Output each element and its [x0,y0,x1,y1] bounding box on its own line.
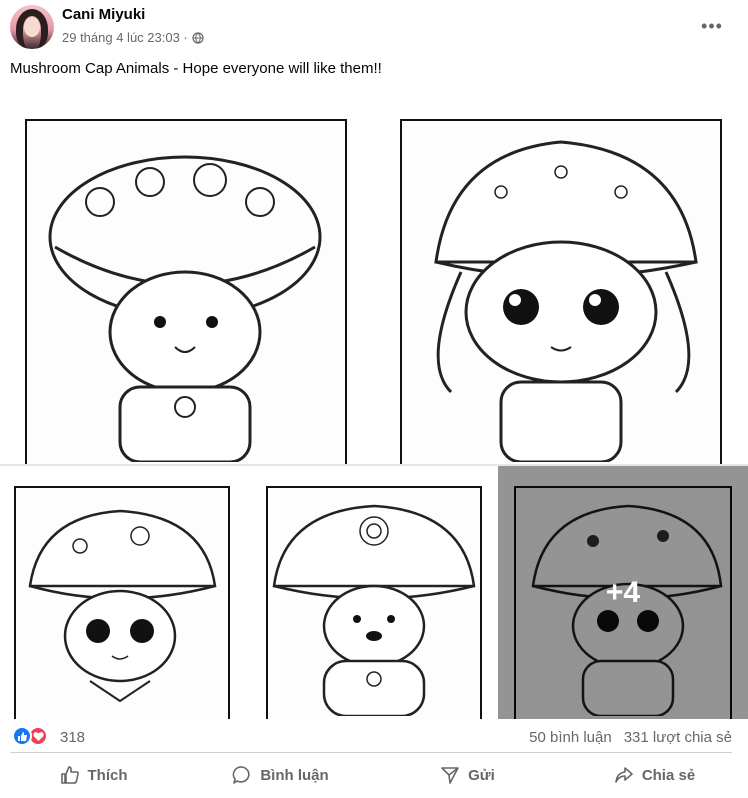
post-image-4[interactable] [249,466,496,719]
post-image-3[interactable] [0,466,247,719]
divider [10,752,732,753]
post-image-5[interactable]: +4 [498,466,748,719]
like-button[interactable]: Thích [0,755,187,795]
share-button[interactable]: Chia sẻ [561,755,748,795]
more-images-count: +4 [605,575,641,609]
comment-bubble-icon [232,766,250,784]
send-label: Gửi [468,766,495,784]
reaction-icons[interactable] [12,726,48,746]
send-button[interactable]: Gửi [374,755,561,795]
bear-illustration [272,504,476,716]
bunny-illustration [434,140,698,462]
share-label: Chia sẻ [641,766,696,784]
author-avatar[interactable] [10,5,54,49]
more-dots-icon[interactable]: ••• [698,12,726,40]
post-meta: 29 tháng 4 lúc 23:03 · [62,30,204,45]
comment-label: Bình luận [260,766,329,784]
action-bar: Thích Bình luận Gửi Chia sẻ [0,755,748,795]
send-icon [441,767,459,784]
like-label: Thích [87,766,128,784]
post-image-1[interactable] [0,92,372,464]
post-caption: Mushroom Cap Animals - Hope everyone wil… [10,60,382,77]
more-images-overlay[interactable]: +4 [498,466,748,719]
image-grid: +4 [0,92,748,719]
post-header: Cani Miyuki 29 tháng 4 lúc 23:03 · ••• M… [0,0,748,77]
post-timestamp[interactable]: 29 tháng 4 lúc 23:03 · [62,30,188,45]
hamster-illustration [48,155,322,462]
post-image-2[interactable] [376,92,748,464]
reaction-stats: 318 50 bình luận 331 lượt chia sẻ [0,722,748,752]
comment-count[interactable]: 50 bình luận [529,729,612,746]
lamb-illustration [28,509,217,703]
share-count[interactable]: 331 lượt chia sẻ [624,729,732,746]
author-name[interactable]: Cani Miyuki [62,6,145,23]
like-reaction-icon [12,726,32,746]
share-arrow-icon [615,767,633,783]
reaction-count[interactable]: 318 [60,729,85,746]
comment-button[interactable]: Bình luận [187,755,374,795]
globe-icon [192,31,204,44]
facebook-post: Cani Miyuki 29 tháng 4 lúc 23:03 · ••• M… [0,0,748,798]
engagement-counts: 50 bình luận 331 lượt chia sẻ [529,729,732,746]
thumbs-up-icon [60,766,79,784]
